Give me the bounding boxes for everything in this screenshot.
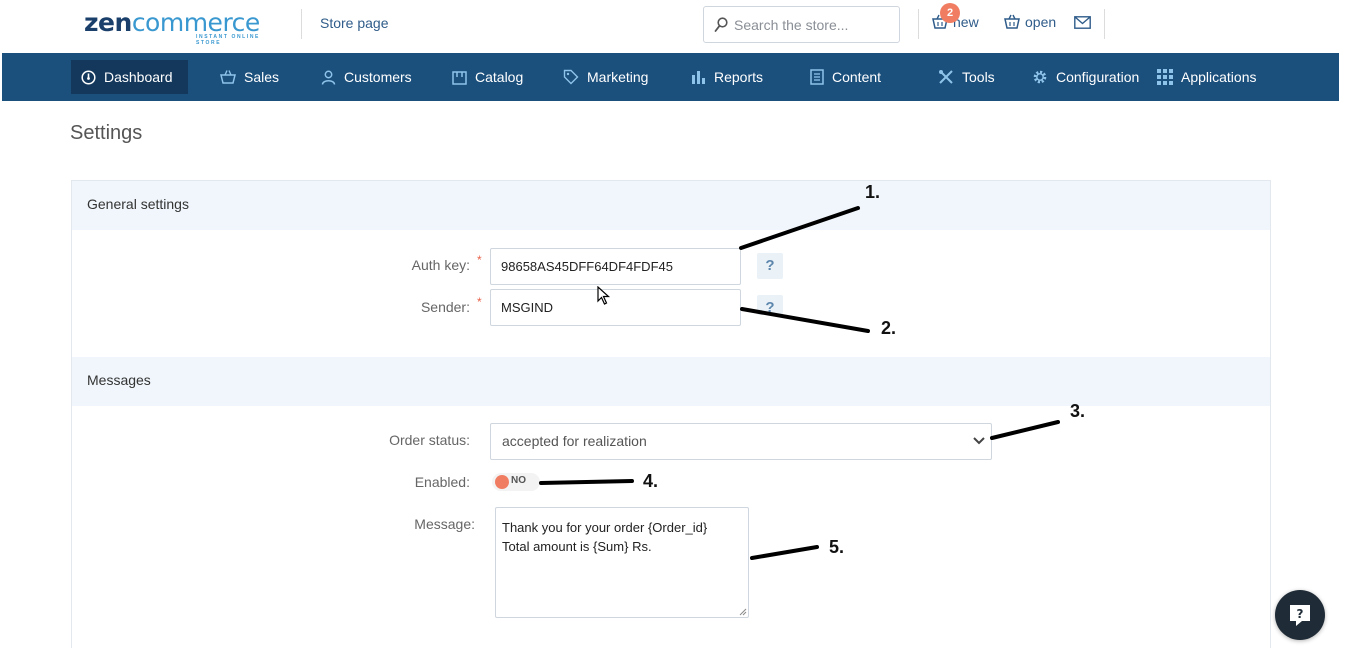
nav-item-dashboard[interactable]: Dashboard (71, 60, 188, 94)
document-icon (810, 69, 824, 85)
grid-icon (1157, 69, 1173, 85)
store-page-link[interactable]: Store page (320, 15, 389, 31)
header-divider (1104, 9, 1105, 39)
header-divider (918, 9, 919, 39)
enabled-label: Enabled: (414, 474, 470, 490)
main-navigation: Dashboard Sales Customers Catalog Market… (2, 53, 1339, 101)
tag-icon (563, 69, 579, 85)
mouse-cursor-icon (597, 286, 611, 305)
annotation-label-5: 5. (829, 537, 845, 557)
annotation-label-2: 2. (881, 318, 897, 338)
sender-label: Sender: (420, 299, 470, 315)
nav-label: Configuration (1056, 69, 1140, 85)
nav-item-content[interactable]: Content (800, 60, 891, 94)
nav-label: Customers (344, 69, 412, 85)
message-line: Total amount is {Sum} Rs. (502, 539, 652, 554)
nav-item-tools[interactable]: Tools (928, 60, 1005, 94)
nav-item-catalog[interactable]: Catalog (442, 60, 533, 94)
required-marker: * (477, 253, 482, 267)
annotation-label-1: 1. (865, 182, 881, 202)
nav-label: Sales (244, 69, 280, 85)
auth-key-input[interactable]: 98658AS45DFF64DF4FDF45 (490, 248, 741, 285)
logo-text: zencommerce (84, 8, 260, 37)
nav-item-customers[interactable]: Customers (311, 60, 422, 94)
box-icon (452, 70, 467, 85)
chevron-down-icon (973, 437, 985, 445)
tools-icon (939, 70, 953, 84)
nav-label: Content (832, 69, 882, 85)
top-bar: zencommerce INSTANT ONLINE STORE Store p… (0, 0, 1345, 52)
header-divider (301, 9, 302, 39)
required-marker: * (477, 295, 482, 309)
chat-question-icon: ? (1290, 605, 1310, 626)
open-orders-label: open (1025, 14, 1057, 30)
store-search[interactable] (703, 6, 900, 43)
svg-text:?: ? (1297, 607, 1304, 621)
enabled-toggle[interactable]: NO (492, 473, 540, 491)
message-line: Thank you for your order {Order_id} (502, 520, 708, 535)
order-status-value: accepted for realization (502, 433, 647, 449)
nav-item-applications[interactable]: Applications (1147, 60, 1267, 94)
toggle-knob (495, 475, 509, 489)
user-icon (321, 70, 336, 85)
page-title: Settings (70, 122, 143, 144)
general-settings-header: General settings (72, 181, 1270, 230)
nav-label: Applications (1181, 69, 1257, 85)
mail-icon[interactable] (1074, 16, 1091, 29)
search-input[interactable] (734, 15, 894, 35)
auth-key-help-icon[interactable]: ? (757, 253, 783, 279)
annotation-label-3: 3. (1070, 401, 1086, 421)
basket-icon (1004, 14, 1020, 29)
message-textarea[interactable]: Thank you for your order {Order_id} Tota… (495, 507, 749, 618)
nav-label: Marketing (587, 69, 649, 85)
gear-icon (1033, 70, 1047, 84)
nav-item-sales[interactable]: Sales (210, 60, 289, 94)
basket-icon (220, 70, 236, 84)
annotation-label-4: 4. (643, 471, 659, 491)
message-label: Message: (414, 516, 475, 532)
nav-label: Tools (962, 69, 995, 85)
order-status-label: Order status: (389, 432, 470, 448)
nav-label: Catalog (475, 69, 524, 85)
nav-label: Reports (714, 69, 764, 85)
bar-chart-icon (692, 70, 705, 84)
auth-key-label: Auth key: (411, 257, 470, 273)
sender-help-icon[interactable]: ? (757, 295, 783, 316)
nav-label: Dashboard (104, 69, 173, 85)
zencommerce-logo[interactable]: zencommerce INSTANT ONLINE STORE (84, 8, 284, 47)
resize-grip-icon[interactable] (739, 608, 747, 616)
open-orders-link[interactable]: open (1004, 14, 1056, 30)
new-orders-badge: 2 (940, 3, 960, 23)
nav-item-configuration[interactable]: Configuration (1022, 60, 1149, 94)
dashboard-icon (81, 69, 96, 85)
messages-header: Messages (72, 357, 1270, 406)
toggle-state: NO (511, 475, 526, 486)
search-icon (714, 17, 728, 32)
nav-item-reports[interactable]: Reports (681, 60, 773, 94)
sender-input[interactable]: MSGIND (490, 289, 741, 326)
nav-item-marketing[interactable]: Marketing (553, 60, 658, 94)
logo-tagline: INSTANT ONLINE STORE (196, 34, 260, 46)
help-chat-button[interactable]: ? (1275, 590, 1325, 640)
order-status-select[interactable]: accepted for realization (490, 423, 992, 460)
